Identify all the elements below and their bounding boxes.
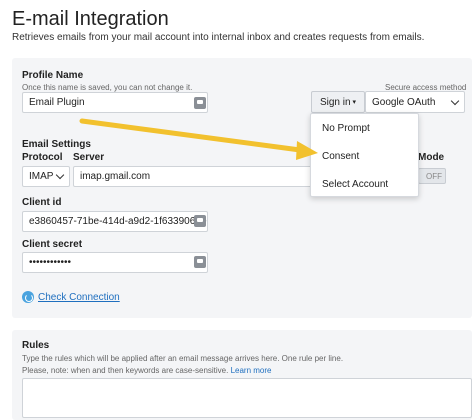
annotation-arrow	[79, 118, 318, 160]
